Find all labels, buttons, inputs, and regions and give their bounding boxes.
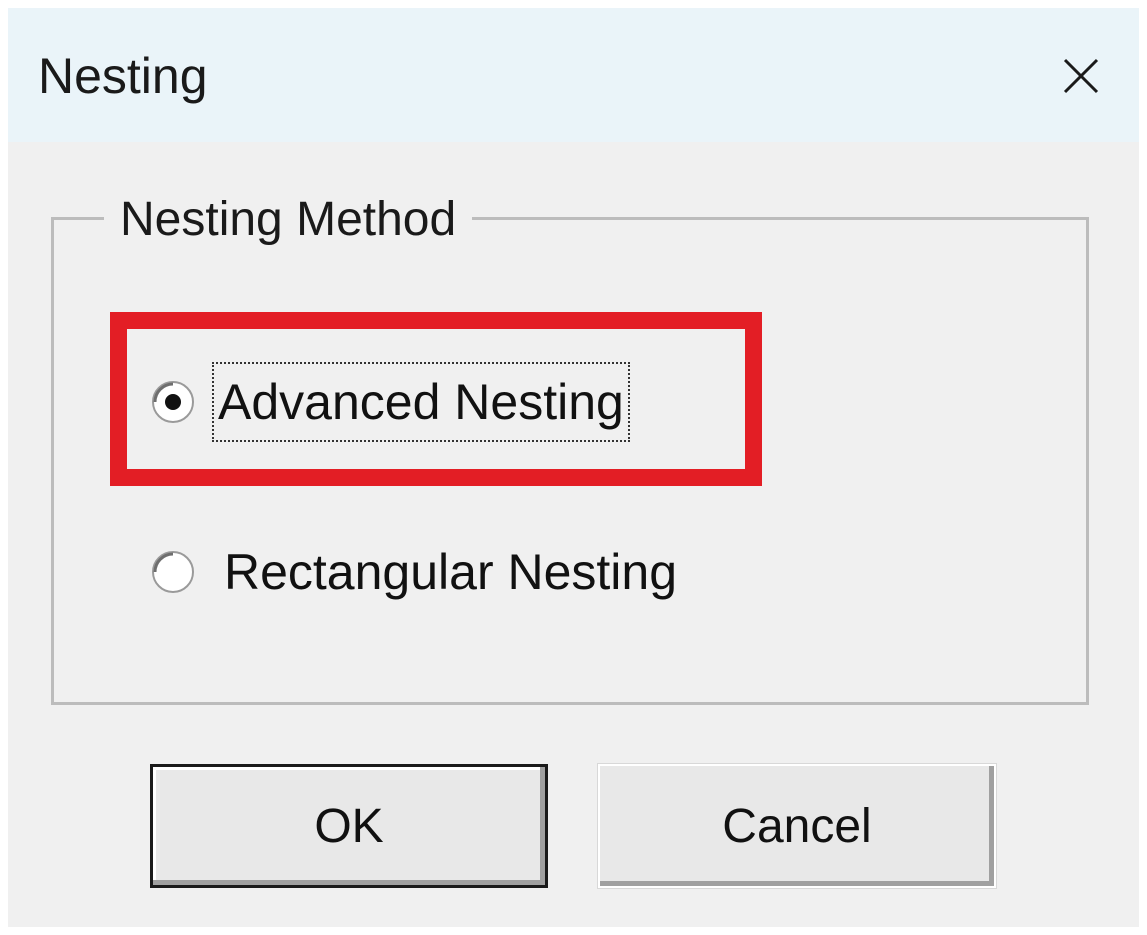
close-button[interactable]	[1043, 38, 1119, 114]
title-bar: Nesting	[8, 8, 1139, 142]
radio-selected-icon[interactable]	[150, 379, 196, 425]
radio-label-advanced: Advanced Nesting	[212, 362, 630, 442]
radio-rectangular-nesting[interactable]: Rectangular Nesting	[150, 532, 683, 612]
radio-label-rectangular: Rectangular Nesting	[224, 544, 678, 600]
ok-button[interactable]: OK	[150, 764, 548, 888]
groupbox-label: Nesting Method	[104, 192, 473, 248]
radio-advanced-nesting[interactable]: Advanced Nesting	[150, 362, 630, 442]
close-icon	[1063, 58, 1099, 94]
radio-unselected-icon[interactable]	[150, 549, 196, 595]
window-title: Nesting	[38, 48, 208, 104]
cancel-button[interactable]: Cancel	[598, 764, 996, 888]
